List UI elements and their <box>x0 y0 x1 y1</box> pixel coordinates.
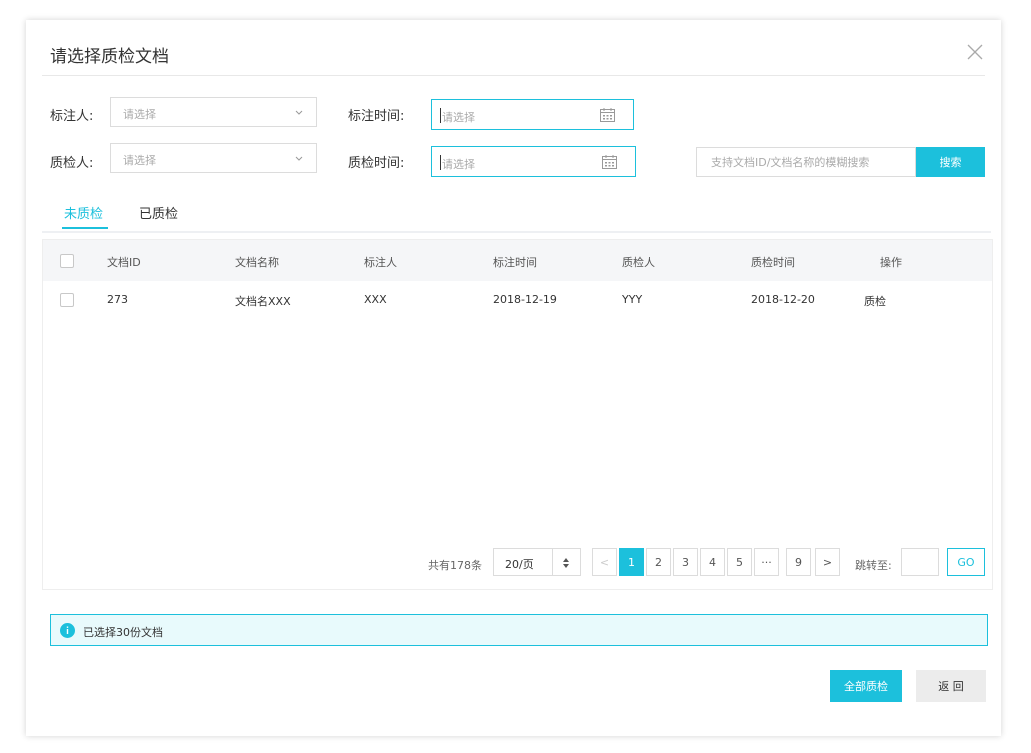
column-header: 标注时间 <box>493 256 537 269</box>
back-button[interactable]: 返 回 <box>916 670 986 702</box>
tabs-divider <box>42 231 991 233</box>
column-header: 文档名称 <box>235 256 279 269</box>
page-1-button[interactable]: 1 <box>619 548 644 576</box>
inspect-all-button[interactable]: 全部质检 <box>830 670 902 702</box>
table-header: 文档ID 文档名称 标注人 标注时间 质检人 质检时间 操作 <box>43 240 992 281</box>
sort-arrows-icon <box>563 558 569 568</box>
chevron-down-icon <box>295 110 303 115</box>
page-size-divider <box>552 549 553 575</box>
page-5-button[interactable]: 5 <box>727 548 752 576</box>
inspector-placeholder: 请选择 <box>123 154 156 167</box>
search-button[interactable]: 搜索 <box>916 147 985 177</box>
annotator-placeholder: 请选择 <box>123 108 156 121</box>
dialog-title: 请选择质检文档 <box>50 47 169 67</box>
total-count: 共有178条 <box>428 559 482 572</box>
doc-name: 文档名XXX <box>235 295 291 308</box>
jump-to-label: 跳转至: <box>855 559 892 572</box>
notice-text: 已选择30份文档 <box>83 626 163 639</box>
column-header: 标注人 <box>364 256 397 269</box>
column-header: 质检人 <box>622 256 655 269</box>
inspect-link[interactable]: 质检 <box>864 293 886 309</box>
chevron-down-icon <box>295 156 303 161</box>
doc-annotator: XXX <box>364 293 387 306</box>
doc-inspector: YYY <box>622 293 643 306</box>
inspector-select[interactable]: 请选择 <box>110 143 317 173</box>
calendar-icon <box>602 155 617 169</box>
annotator-select[interactable]: 请选择 <box>110 97 317 127</box>
active-tab-indicator <box>62 227 108 229</box>
tab-inspected[interactable]: 已质检 <box>139 203 178 222</box>
page-size-select[interactable]: 20/页 <box>493 548 581 576</box>
column-header: 质检时间 <box>751 256 795 269</box>
column-header: 操作 <box>880 256 902 269</box>
page-size-value: 20/页 <box>505 558 534 571</box>
search-field[interactable] <box>696 147 916 177</box>
page-3-button[interactable]: 3 <box>673 548 698 576</box>
doc-annotate-time: 2018-12-19 <box>493 293 557 306</box>
table-row: 273 文档名XXX XXX 2018-12-19 YYY 2018-12-20… <box>43 281 992 319</box>
inspect-time-placeholder: 请选择 <box>442 158 475 171</box>
search-input[interactable] <box>697 148 915 176</box>
doc-inspect-time: 2018-12-20 <box>751 293 815 306</box>
title-divider <box>42 75 985 76</box>
row-checkbox[interactable] <box>60 293 74 307</box>
calendar-icon <box>600 108 615 122</box>
page-ellipsis-button[interactable]: ··· <box>754 548 779 576</box>
select-all-checkbox[interactable] <box>60 254 74 268</box>
prev-page-button[interactable]: < <box>592 548 617 576</box>
text-cursor <box>440 108 441 123</box>
info-icon <box>60 623 75 638</box>
inspect-time-picker[interactable]: 请选择 <box>431 146 636 177</box>
text-cursor <box>440 155 441 170</box>
page-9-button[interactable]: 9 <box>786 548 811 576</box>
doc-id: 273 <box>107 293 128 306</box>
selection-notice: 已选择30份文档 <box>50 614 988 646</box>
annotate-time-label: 标注时间: <box>348 109 405 124</box>
go-button[interactable]: GO <box>947 548 985 576</box>
jump-page-input[interactable] <box>901 548 939 576</box>
inspect-time-label: 质检时间: <box>348 156 405 171</box>
column-header: 文档ID <box>107 256 141 269</box>
inspector-label: 质检人: <box>50 156 94 171</box>
document-table: 文档ID 文档名称 标注人 标注时间 质检人 质检时间 操作 273 文档名XX… <box>42 239 993 590</box>
quality-check-dialog: 请选择质检文档 标注人: 请选择 标注时间: 请选择 质检人: 请选择 质检时间… <box>26 20 1001 736</box>
annotate-time-placeholder: 请选择 <box>442 111 475 124</box>
page-2-button[interactable]: 2 <box>646 548 671 576</box>
close-icon[interactable] <box>965 42 985 62</box>
next-page-button[interactable]: > <box>815 548 840 576</box>
tab-uninspected[interactable]: 未质检 <box>64 203 103 222</box>
annotate-time-picker[interactable]: 请选择 <box>431 99 634 130</box>
annotator-label: 标注人: <box>50 109 94 124</box>
page-4-button[interactable]: 4 <box>700 548 725 576</box>
